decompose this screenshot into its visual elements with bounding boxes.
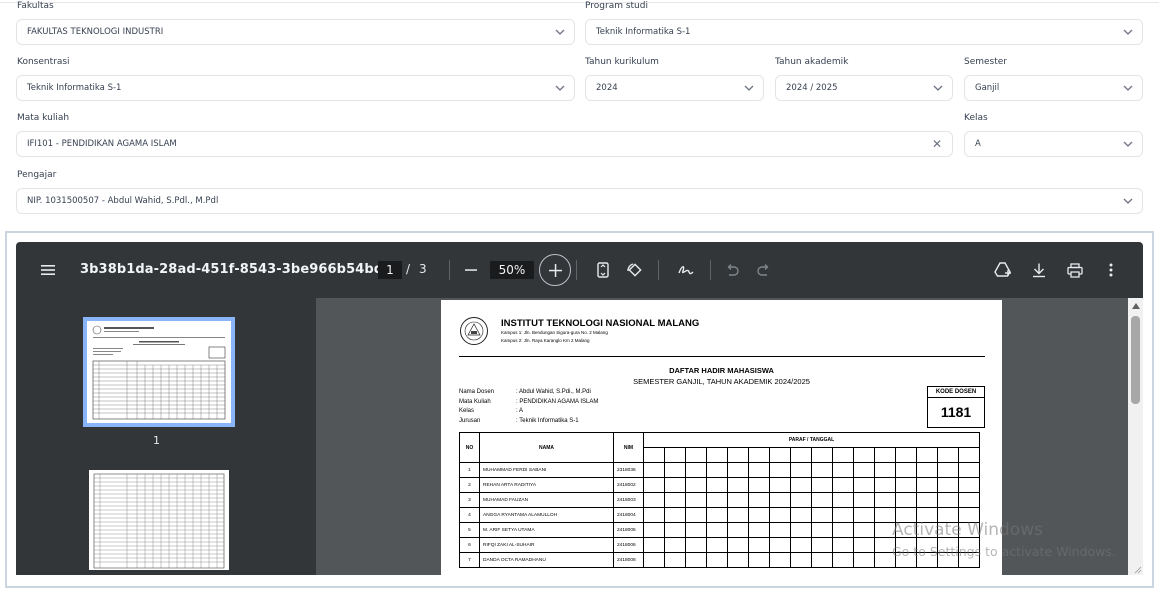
col-nama: NAMA [479,432,614,463]
meta-value: : Teknik Informatika S-1 [516,418,579,424]
meta-value: : Abdul Wahid, S.Pdi., M.Pdi [516,389,591,395]
chevron-down-icon [1123,198,1133,204]
pengajar-label: Pengajar [17,170,57,180]
program-studi-label: Program studi [585,1,648,11]
thumbnail-sidebar: 1 [16,298,311,575]
page-total: 3 [419,262,427,276]
chevron-down-icon [555,85,565,91]
page-separator: / [406,262,411,276]
page-scrollbar[interactable] [1128,298,1143,575]
toolbar-divider [449,260,450,280]
toolbar-divider [658,260,659,280]
thumbnail-image [92,325,226,420]
col-no: NO [459,432,480,463]
table-row: 1 MUHAMMAD FERDI SABANI 2318036 [459,462,980,478]
tahun-kurikulum-select[interactable]: 2024 [585,75,764,101]
institution-seal [460,317,488,345]
download-icon[interactable] [1029,260,1049,280]
more-icon[interactable] [1101,260,1121,280]
kode-dosen-label: KODE DOSEN [928,389,984,398]
redo-icon[interactable] [754,260,774,280]
document-title: DAFTAR HADIR MAHASISWA [669,366,774,375]
campus-address-2: Kampus 2: Jln. Raya Karanglo Km 2 Malang [501,338,590,343]
meta-key: Nama Dosen [459,389,495,395]
document-name: 3b38b1da-28ad-451f-8543-3be966b54bd8 [80,262,393,277]
sidebar-gutter [301,298,316,575]
kode-dosen-value: 1181 [940,404,972,420]
pengajar-select[interactable]: NIP. 1031500507 - Abdul Wahid, S.Pdl., M… [16,188,1143,214]
mata-kuliah-label: Mata kuliah [17,113,70,123]
page-scroll-thumb[interactable] [1131,316,1140,404]
konsentrasi-value: Teknik Informatika S-1 [27,83,122,93]
fit-page-icon[interactable] [593,260,613,280]
rotate-icon[interactable] [625,260,645,280]
chevron-down-icon [1123,29,1133,35]
campus-address-1: Kampus 1: Jln. Bendungan Sigura-gura No.… [501,330,608,335]
zoom-out-icon[interactable] [462,260,480,280]
mata-kuliah-value: IFI101 - PENDIDIKAN AGAMA ISLAM [27,139,177,149]
konsentrasi-select[interactable]: Teknik Informatika S-1 [16,75,575,101]
col-paraf: PARAF / TANGGAL [643,432,980,448]
zoom-in-icon[interactable] [539,254,571,286]
kelas-label: Kelas [964,113,988,123]
pdf-toolbar: 3b38b1da-28ad-451f-8543-3be966b54bd8 1 /… [16,242,1143,298]
add-drive-icon[interactable] [993,260,1013,280]
annotate-icon[interactable] [676,260,696,280]
semester-value: Ganjil [975,83,1000,93]
thumbnail-page-number: 1 [153,434,160,447]
meta-key: Mata Kuliah [459,399,491,405]
meta-value: : PENDIDIKAN AGAMA ISLAM [516,399,599,405]
document-subtitle: SEMESTER GANJIL, TAHUN AKADEMIK 2024/202… [633,377,810,386]
chevron-down-icon [555,29,565,35]
table-row: 3 MUHAMAD FAUZAN 2418003 [459,492,980,508]
toolbar-divider [576,260,577,280]
print-icon[interactable] [1065,260,1085,280]
semester-label: Semester [964,57,1008,67]
tahun-akademik-select[interactable]: 2024 / 2025 [775,75,953,101]
thumbnail-page-2[interactable] [89,470,229,570]
fakultas-label: Fakultas [17,1,54,11]
meta-key: Kelas [459,408,475,414]
meta-key: Jurusan [459,418,481,424]
kelas-value: A [975,139,981,149]
clear-icon[interactable]: ✕ [932,138,942,150]
konsentrasi-label: Konsentrasi [17,57,70,67]
fakultas-select[interactable]: FAKULTAS TEKNOLOGI INDUSTRI [16,19,575,45]
program-studi-select[interactable]: Teknik Informatika S-1 [585,19,1143,45]
table-header-row: NO NAMA NIM PARAF / TANGGAL [459,432,980,463]
chevron-down-icon [744,85,754,91]
col-nim: NIM [613,432,644,463]
thumbnail-image [93,473,225,569]
tahun-kurikulum-label: Tahun kurikulum [585,57,659,67]
toolbar-divider [710,260,711,280]
table-row: 2 REHAN ARTA RADITIYA 2418002 [459,477,980,493]
tahun-kurikulum-value: 2024 [596,83,618,93]
thumbnail-preview [87,321,231,423]
chevron-down-icon [1123,141,1133,147]
activate-windows-subtitle: Go to Settings to activate Windows. [892,544,1116,559]
kode-dosen-box: KODE DOSEN 1181 [927,386,985,428]
activate-windows-title: Activate Windows [892,520,1043,540]
chevron-down-icon [933,85,943,91]
institution-name: INSTITUT TEKNOLOGI NASIONAL MALANG [501,318,700,329]
tahun-akademik-label: Tahun akademik [775,57,849,67]
kelas-select[interactable]: A [964,131,1143,157]
meta-value: : A [516,408,524,414]
program-studi-value: Teknik Informatika S-1 [596,27,691,37]
menu-icon[interactable] [38,260,58,280]
chevron-down-icon [1123,85,1133,91]
semester-select[interactable]: Ganjil [964,75,1143,101]
zoom-level-input[interactable]: 50% [490,261,534,279]
top-divider [0,2,1159,3]
resize-grip-icon[interactable] [1134,566,1142,574]
scroll-up-icon[interactable] [1132,303,1140,309]
thumbnail-page-1[interactable] [83,317,235,427]
pengajar-value: NIP. 1031500507 - Abdul Wahid, S.Pdl., M… [27,196,219,206]
header-rule [459,356,985,357]
mata-kuliah-select[interactable]: IFI101 - PENDIDIKAN AGAMA ISLAM ✕ [16,131,953,157]
tahun-akademik-value: 2024 / 2025 [786,83,838,93]
fakultas-value: FAKULTAS TEKNOLOGI INDUSTRI [27,27,164,37]
page-number-input[interactable]: 1 [378,261,402,279]
undo-icon[interactable] [722,260,742,280]
